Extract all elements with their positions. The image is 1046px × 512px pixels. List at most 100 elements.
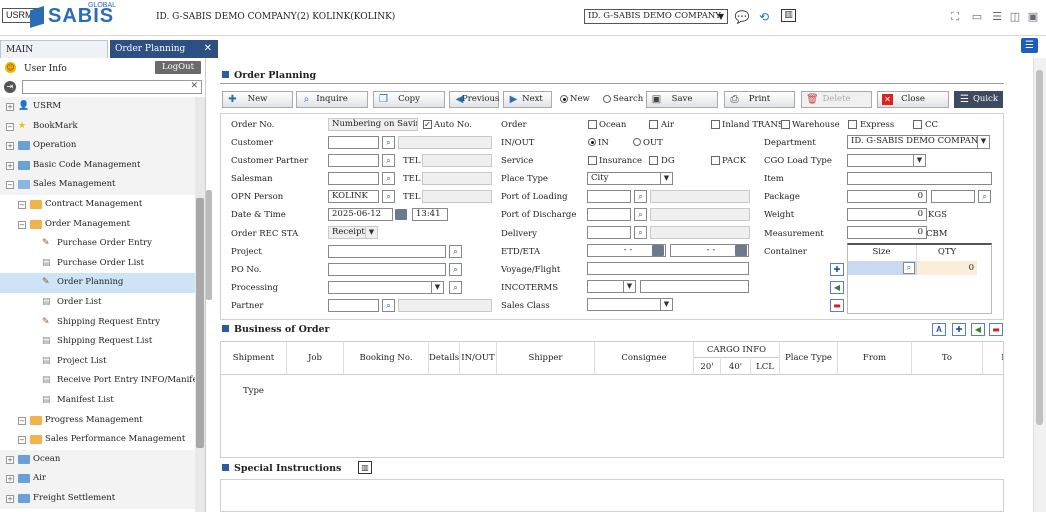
calendar-icon[interactable] bbox=[652, 245, 664, 256]
ocean-checkbox[interactable] bbox=[588, 120, 597, 129]
expand-toggle-icon[interactable]: + bbox=[6, 475, 14, 484]
next-button[interactable]: ▶ Next bbox=[503, 91, 552, 108]
warehouse-checkbox[interactable] bbox=[781, 120, 790, 129]
partner-name-input[interactable] bbox=[398, 299, 492, 312]
sidebar-item[interactable]: + Basic Code Management bbox=[0, 155, 195, 176]
col-to[interactable]: To bbox=[912, 342, 983, 375]
insert-row-icon[interactable]: ◀ bbox=[971, 323, 985, 336]
logout-button[interactable]: LogOut bbox=[155, 61, 201, 74]
chevron-down-icon[interactable]: ▼ bbox=[914, 154, 926, 167]
weight-input[interactable]: 0 bbox=[847, 208, 927, 221]
search-icon[interactable]: ⌕ bbox=[634, 208, 647, 221]
delete-button[interactable]: 🗑 Delete bbox=[801, 91, 872, 108]
air-checkbox[interactable] bbox=[649, 120, 658, 129]
sidebar-item[interactable]: ✎ Order Planning bbox=[0, 273, 195, 293]
sidebar-item[interactable]: ✎ Shipping Request Entry bbox=[0, 313, 195, 333]
sidebar-item[interactable]: ▤ Manifest List bbox=[0, 391, 195, 411]
tab-main[interactable]: MAIN bbox=[0, 40, 108, 58]
inquire-button[interactable]: ⌕ Inquire bbox=[296, 91, 368, 108]
expand-toggle-icon[interactable]: + bbox=[6, 142, 14, 151]
fullscreen-icon[interactable]: ⛶ bbox=[948, 10, 962, 24]
font-icon[interactable]: A bbox=[932, 323, 946, 336]
incoterms-select[interactable] bbox=[587, 280, 624, 293]
port-of-loading-name[interactable] bbox=[650, 190, 750, 203]
container-qty-cell[interactable]: 0 bbox=[917, 261, 977, 275]
split-vertical-icon[interactable]: ◫ bbox=[1008, 10, 1022, 24]
customer-partner-input[interactable] bbox=[328, 154, 379, 167]
sidebar-item[interactable]: ✎ Purchase Order Entry bbox=[0, 234, 195, 254]
package-unit-input[interactable] bbox=[931, 190, 975, 203]
out-radio[interactable] bbox=[633, 138, 641, 146]
port-of-discharge-input[interactable] bbox=[587, 208, 631, 221]
radio-search[interactable] bbox=[603, 95, 611, 103]
search-icon[interactable]: ⌕ bbox=[382, 172, 395, 185]
project-input[interactable] bbox=[328, 245, 446, 258]
opn-person-input[interactable]: KOLINK bbox=[328, 190, 379, 203]
in-radio[interactable] bbox=[588, 138, 596, 146]
place-type-select[interactable]: City bbox=[587, 172, 661, 185]
expand-toggle-icon[interactable]: − bbox=[18, 201, 26, 209]
expand-toggle-icon[interactable]: + bbox=[6, 103, 14, 111]
expand-toggle-icon[interactable]: − bbox=[6, 181, 14, 190]
delivery-name[interactable] bbox=[650, 226, 750, 239]
processing-select[interactable] bbox=[328, 281, 432, 294]
sidebar-item[interactable]: + Freight Settlement bbox=[0, 489, 195, 509]
date-input[interactable]: 2025-06-12 bbox=[328, 208, 393, 221]
sidebar-item[interactable]: + Air bbox=[0, 469, 195, 489]
layout-icon[interactable]: ▣ bbox=[1026, 10, 1040, 24]
expand-toggle-icon[interactable]: + bbox=[6, 495, 14, 503]
col-cargo-info[interactable]: CARGO INFO bbox=[694, 342, 780, 358]
salesman-input[interactable] bbox=[328, 172, 379, 185]
sidebar-item[interactable]: ▤ Project List bbox=[0, 352, 195, 372]
collapse-all-icon[interactable]: ⇥ bbox=[4, 81, 16, 93]
sidebar-item[interactable]: − Contract Management bbox=[0, 195, 195, 215]
sidebar-item[interactable]: ▤ Order List bbox=[0, 293, 195, 313]
sidebar-item[interactable]: − ★ BookMark bbox=[0, 116, 195, 137]
sidebar-item[interactable]: + Ocean bbox=[0, 449, 195, 470]
quick-button[interactable]: ☰ Quick bbox=[954, 91, 1003, 108]
pack-checkbox[interactable] bbox=[711, 156, 720, 165]
item-input[interactable] bbox=[847, 172, 992, 185]
cgo-load-type-select[interactable] bbox=[847, 154, 914, 167]
partner-input[interactable] bbox=[328, 299, 379, 312]
radio-new[interactable] bbox=[560, 95, 568, 103]
close-icon[interactable]: ✕ bbox=[204, 40, 212, 58]
col-cargo-40[interactable]: 40' bbox=[721, 359, 751, 375]
sidebar-item[interactable]: − Sales Management bbox=[0, 175, 195, 195]
search-icon[interactable]: ⌕ bbox=[449, 245, 462, 258]
opn-person-tel-input[interactable] bbox=[422, 190, 492, 203]
search-icon[interactable]: ⌕ bbox=[903, 262, 915, 274]
sidebar-item[interactable]: − Sales Performance Management bbox=[0, 430, 195, 450]
remove-row-icon[interactable]: ▬ bbox=[989, 323, 1003, 336]
customer-name-input[interactable] bbox=[398, 136, 492, 149]
cc-checkbox[interactable] bbox=[913, 120, 922, 129]
search-icon[interactable]: ⌕ bbox=[382, 136, 395, 149]
expand-toggle-icon[interactable]: − bbox=[18, 416, 26, 425]
delivery-input[interactable] bbox=[587, 226, 631, 239]
window-icon[interactable]: ▭ bbox=[970, 10, 984, 24]
remove-row-icon[interactable]: ▬ bbox=[830, 299, 844, 312]
clear-icon[interactable]: ✕ bbox=[190, 81, 198, 91]
incoterms-desc-input[interactable] bbox=[640, 280, 749, 293]
book-icon[interactable]: ▥ bbox=[358, 461, 372, 474]
salesman-tel-input[interactable] bbox=[422, 172, 492, 185]
dg-checkbox[interactable] bbox=[649, 156, 658, 165]
chevron-down-icon[interactable]: ▼ bbox=[432, 281, 444, 294]
insert-row-icon[interactable]: ◀ bbox=[830, 281, 844, 294]
search-icon[interactable]: ⌕ bbox=[449, 263, 462, 276]
menu-list-icon[interactable]: ☰ bbox=[1021, 38, 1038, 53]
expand-toggle-icon[interactable]: + bbox=[6, 161, 14, 170]
search-icon[interactable]: ⌕ bbox=[382, 190, 395, 203]
search-icon[interactable]: ⌕ bbox=[978, 190, 991, 203]
split-horizontal-icon[interactable]: ☰ bbox=[990, 10, 1004, 24]
chevron-down-icon[interactable]: ▼ bbox=[366, 226, 378, 239]
col-details[interactable]: Details bbox=[429, 342, 460, 375]
col-job[interactable]: Job bbox=[287, 342, 344, 375]
col-place-type[interactable]: Place Type bbox=[780, 342, 838, 375]
time-input[interactable]: 13:41 bbox=[412, 208, 448, 221]
sidebar-item[interactable]: − Progress Management bbox=[0, 411, 195, 431]
port-of-discharge-name[interactable] bbox=[650, 208, 750, 221]
search-icon[interactable]: ⌕ bbox=[634, 190, 647, 203]
po-no-input[interactable] bbox=[328, 263, 446, 276]
close-button[interactable]: ✕ Close bbox=[877, 91, 949, 108]
